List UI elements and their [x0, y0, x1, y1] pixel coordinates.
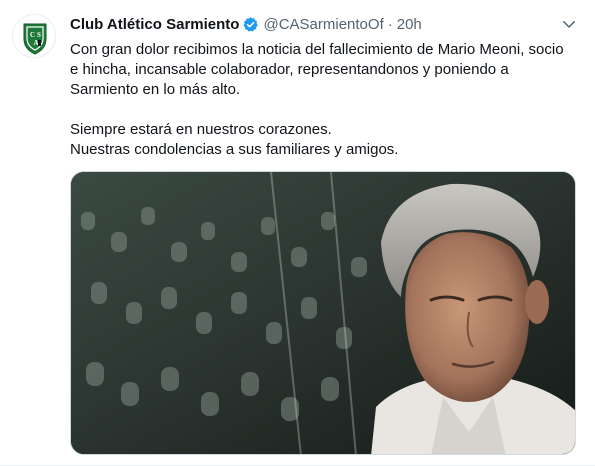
header-separator: ·	[387, 15, 393, 33]
club-crest-icon: C S A	[13, 15, 55, 57]
club-avatar[interactable]: C S A	[12, 14, 56, 58]
svg-text:C: C	[30, 31, 35, 39]
tweet-line: Sarmiento en lo más alto.	[70, 81, 241, 98]
tweet-photo[interactable]	[70, 171, 576, 455]
tweet-text: Con gran dolor recibimos la noticia del …	[70, 40, 582, 160]
tweet-header: Club Atlético Sarmiento @CASarmientoOf ·…	[70, 14, 422, 34]
tweet-line: e hincha, incansable colaborador, repres…	[70, 61, 509, 78]
svg-text:S: S	[37, 31, 41, 39]
photo-image	[71, 172, 575, 454]
user-handle[interactable]: @CASarmientoOf	[263, 16, 383, 33]
tweet-card[interactable]: C S A Club Atlético Sarmiento @CASarmien…	[0, 0, 595, 466]
more-icon	[563, 21, 575, 28]
tweet-line: Con gran dolor recibimos la noticia del …	[70, 41, 564, 58]
tweet-timestamp[interactable]: 20h	[397, 16, 422, 33]
tweet-line: Nuestras condolencias a sus familiares y…	[70, 141, 399, 158]
more-options-button[interactable]	[557, 12, 581, 36]
tweet-line: Siempre estará en nuestros corazones.	[70, 121, 332, 138]
display-name[interactable]: Club Atlético Sarmiento	[70, 16, 239, 33]
verified-badge-icon	[242, 16, 259, 33]
svg-text:A: A	[34, 39, 39, 47]
